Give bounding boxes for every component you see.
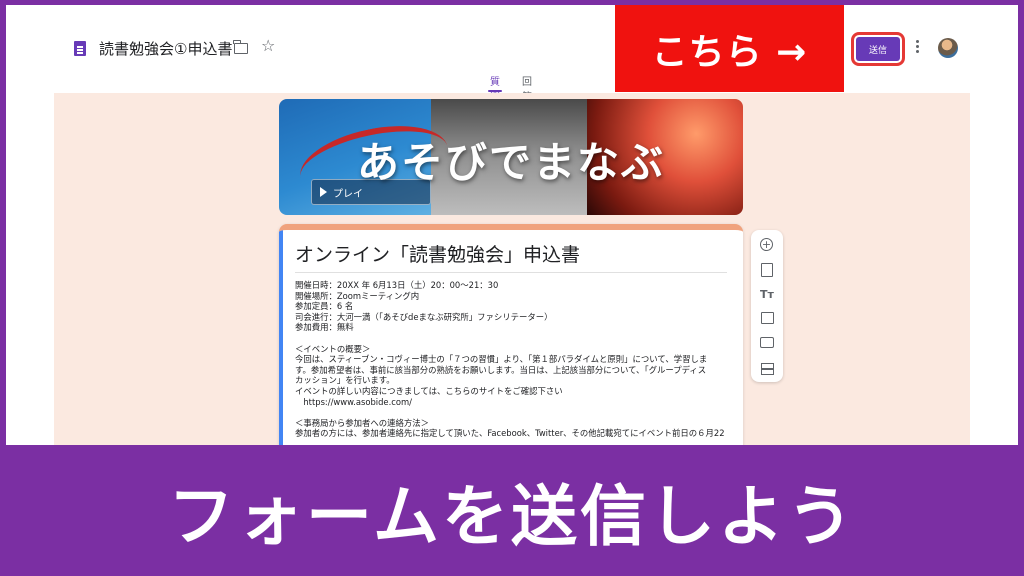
header-banner-image: プレイ あそびでまなぶ [279,99,743,215]
add-image-icon[interactable] [759,310,775,326]
form-description-line [295,407,731,418]
callout-label: こちら → [615,5,844,92]
form-description-line: 開催日時：20XX 年 6月13日（土）20：00～21：30 [295,280,499,290]
form-description-line: 司会進行：大河一満（「あそびdeまなぶ研究所」ファシリテーター） [295,311,553,322]
form-description[interactable]: 開催日時：20XX 年 6月13日（土）20：00～21：30 開催場所：Zoom… [295,280,731,439]
form-description-line: イベントの詳しい内容につきましては、こちらのサイトをご確認下さい [295,385,563,396]
avatar[interactable] [938,38,958,58]
floating-toolbar: + Tт [751,230,783,382]
form-editor-header: 読書勉強会①申込書 ☆ 質問 回答 送信 [6,5,1018,103]
send-button[interactable]: 送信 [851,32,905,66]
form-title[interactable]: オンライン「読書勉強会」申込書 [295,240,580,267]
star-icon[interactable]: ☆ [261,36,275,55]
purple-frame: 読書勉強会①申込書 ☆ 質問 回答 送信 こちら → プレイ あそびでまなぶ [0,0,1024,576]
form-description-line: 今回は、スティーブン・コヴィー博士の「７つの習慣」より、「第１部パラダイムと原則… [295,354,708,365]
form-description-line: ＜事務局から参加者への連絡方法＞ [295,417,429,428]
banner-title: あそびでまなぶ [356,138,665,187]
google-forms-window: 読書勉強会①申込書 ☆ 質問 回答 送信 こちら → プレイ あそびでまなぶ [6,5,1018,445]
form-description-line: す。参加希望者は、事前に該当部分の熟読をお願いします。当日は、上記該当部分につい… [295,364,707,375]
form-description-line: 参加費用：無料 [295,322,354,333]
form-title-card[interactable]: オンライン「読書勉強会」申込書 開催日時：20XX 年 6月13日（土）20：0… [279,224,743,445]
form-description-line [295,333,731,344]
add-section-icon[interactable] [759,358,775,374]
add-question-icon[interactable]: + [760,238,773,251]
more-icon[interactable] [915,40,919,56]
form-description-line: 開催場所：Zoomミーティング内 [295,290,420,301]
bottom-caption: フォームを送信しよう [167,478,857,555]
form-canvas: プレイ あそびでまなぶ オンライン「読書勉強会」申込書 開催日時：20XX 年 … [54,93,970,445]
add-title-icon[interactable]: Tт [759,286,775,302]
form-description-line: 参加定員：6 名 [295,301,354,312]
form-description-line: カッション」を行います。 [295,375,395,386]
import-questions-icon[interactable] [759,262,775,278]
add-video-icon[interactable] [759,334,775,350]
document-title[interactable]: 読書勉強会①申込書 [99,38,232,59]
folder-icon[interactable] [233,40,248,54]
form-description-line: https://www.asobide.com/ [295,396,412,407]
form-doc-icon[interactable] [74,41,86,56]
form-description-line: ＜イベントの概要＞ [295,343,371,354]
form-description-line: 参加者の方には、参加者連絡先に指定して頂いた、Facebook、Twitter、… [295,428,725,439]
title-underline [295,272,727,273]
